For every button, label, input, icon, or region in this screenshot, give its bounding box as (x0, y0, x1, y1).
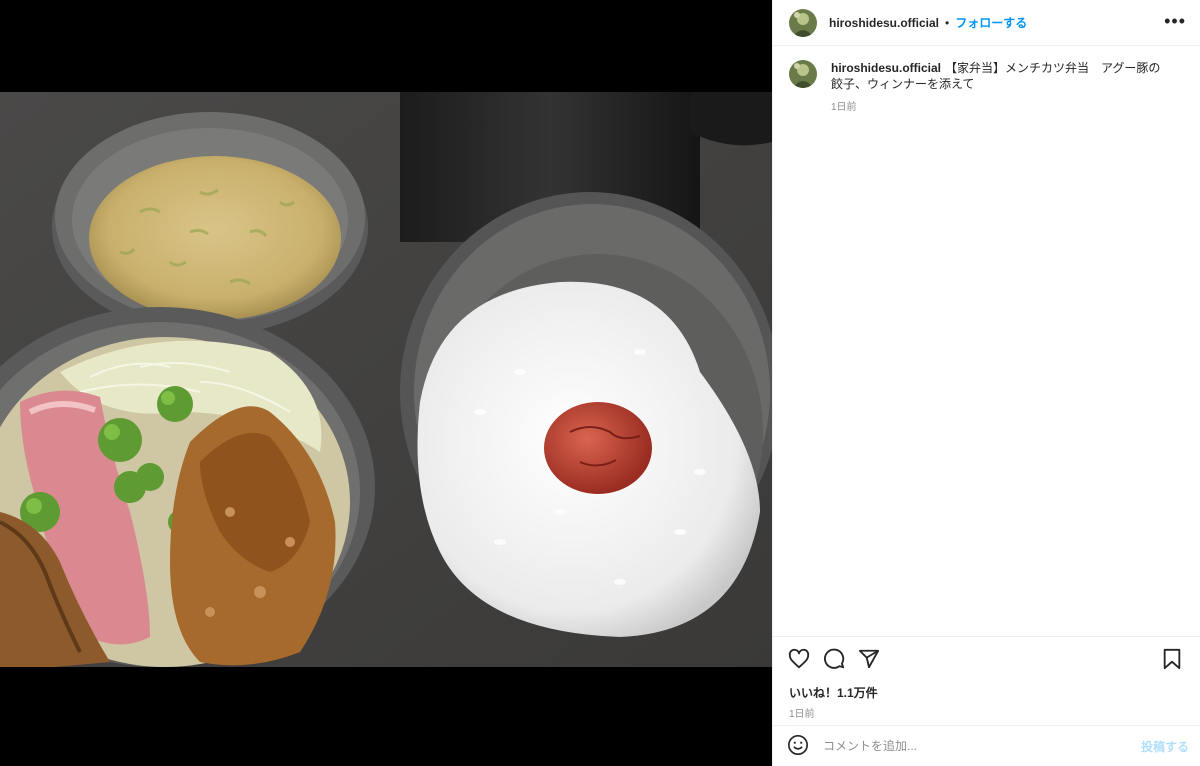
comment-icon[interactable] (822, 647, 846, 671)
post-media[interactable] (0, 0, 772, 766)
emoji-icon[interactable] (787, 734, 811, 758)
heart-icon[interactable] (787, 647, 811, 671)
share-icon[interactable] (857, 647, 881, 671)
engagement-section: いいね！1.1万件 1日前 (773, 636, 1200, 720)
caption-body: hiroshidesu.official 【家弁当】メンチカツ弁当 アグー豚の餃子… (831, 60, 1169, 622)
caption-avatar[interactable] (789, 60, 817, 88)
post-comment-button[interactable]: 投稿する (1141, 738, 1189, 755)
bookmark-icon[interactable] (1160, 647, 1184, 671)
post-header: hiroshidesu.official • フォローする ••• (773, 0, 1200, 46)
post-timestamp: 1日前 (789, 709, 815, 720)
comment-bar: 投稿する (773, 725, 1200, 766)
separator-dot: • (945, 15, 950, 30)
username-link[interactable]: hiroshidesu.official (829, 16, 939, 30)
avatar[interactable] (789, 8, 817, 37)
caption-text: hiroshidesu.official 【家弁当】メンチカツ弁当 アグー豚の餃子… (831, 60, 1169, 92)
more-options-icon[interactable]: ••• (1164, 12, 1186, 30)
post-photo (0, 92, 772, 674)
caption-timestamp: 1日前 (831, 102, 857, 113)
follow-button[interactable]: フォローする (955, 14, 1027, 31)
post-sidebar: hiroshidesu.official • フォローする ••• hirosh… (772, 0, 1200, 766)
caption-section: hiroshidesu.official 【家弁当】メンチカツ弁当 アグー豚の餃子… (773, 46, 1200, 636)
caption-username[interactable]: hiroshidesu.official (831, 61, 941, 75)
comment-input[interactable] (823, 739, 1123, 753)
likes-count[interactable]: いいね！1.1万件 (773, 681, 1200, 701)
action-bar (773, 637, 1200, 681)
